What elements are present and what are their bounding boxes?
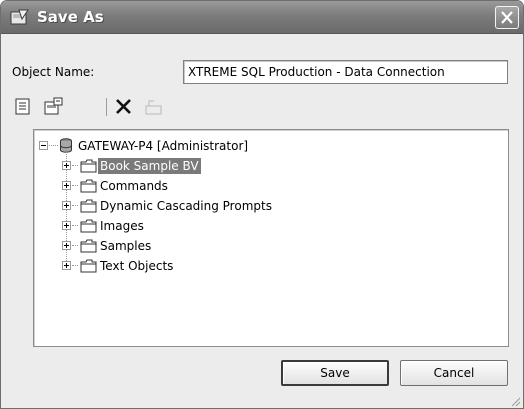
up-folder-icon (145, 100, 162, 115)
tree-item[interactable]: Commands (34, 177, 504, 195)
folder-icon (80, 159, 97, 173)
tree-connector (72, 205, 78, 206)
folder-icon (80, 239, 97, 253)
cancel-button[interactable]: Cancel (400, 360, 508, 386)
tree-item-label: Images (100, 219, 144, 233)
save-as-dialog: Save As Object Name: XTREME SQL Producti… (0, 0, 524, 409)
expand-icon[interactable] (62, 241, 71, 250)
expand-icon[interactable] (62, 161, 71, 170)
folder-icon (80, 199, 97, 213)
close-button[interactable] (495, 6, 519, 29)
folder-icon (80, 219, 97, 233)
tree-item-label: Book Sample BV (98, 158, 201, 174)
tree-item-label: Samples (100, 239, 152, 253)
tree-root-row[interactable]: GATEWAY-P4 [Administrator] (34, 137, 504, 155)
tree-item-label: Dynamic Cascading Prompts (100, 199, 272, 213)
tree-item[interactable]: Text Objects (34, 257, 504, 275)
tree-connector (72, 165, 78, 166)
folder-icon (80, 179, 97, 193)
tree-item[interactable]: Book Sample BV (34, 157, 504, 175)
delete-button[interactable] (113, 96, 135, 118)
tree-connector (72, 225, 78, 226)
tree-connector (72, 265, 78, 266)
expand-icon[interactable] (62, 221, 71, 230)
save-as-icon (10, 9, 29, 25)
save-button[interactable]: Save (281, 360, 389, 386)
tree-item-label: Commands (100, 179, 168, 193)
collapse-icon[interactable] (39, 141, 48, 150)
object-name-input[interactable] (183, 60, 508, 84)
title-bar[interactable]: Save As (1, 1, 523, 34)
object-name-label: Object Name: (12, 65, 95, 79)
tree-item[interactable]: Dynamic Cascading Prompts (34, 197, 504, 215)
folder-tree[interactable]: GATEWAY-P4 [Administrator] Book Sample B… (33, 129, 509, 347)
resize-grip-icon[interactable] (509, 395, 521, 407)
toolbar (12, 96, 212, 120)
properties-button[interactable] (12, 96, 34, 118)
tree-item[interactable]: Samples (34, 237, 504, 255)
tree-connector (72, 185, 78, 186)
new-folder-button[interactable] (42, 96, 64, 118)
tree-item[interactable]: Images (34, 217, 504, 235)
delete-icon (116, 99, 131, 114)
dialog-title: Save As (37, 8, 104, 26)
tree-connector (72, 245, 78, 246)
tree-item-label: Text Objects (100, 259, 174, 273)
tree-root-label: GATEWAY-P4 [Administrator] (78, 139, 249, 153)
properties-icon (15, 98, 30, 115)
up-folder-button[interactable] (143, 96, 165, 118)
folder-icon (80, 259, 97, 273)
toolbar-separator (106, 98, 107, 116)
expand-icon[interactable] (62, 181, 71, 190)
expand-icon[interactable] (62, 261, 71, 270)
tree-connector (49, 145, 58, 146)
new-folder-icon (44, 97, 63, 115)
expand-icon[interactable] (62, 201, 71, 210)
close-icon (501, 11, 513, 24)
